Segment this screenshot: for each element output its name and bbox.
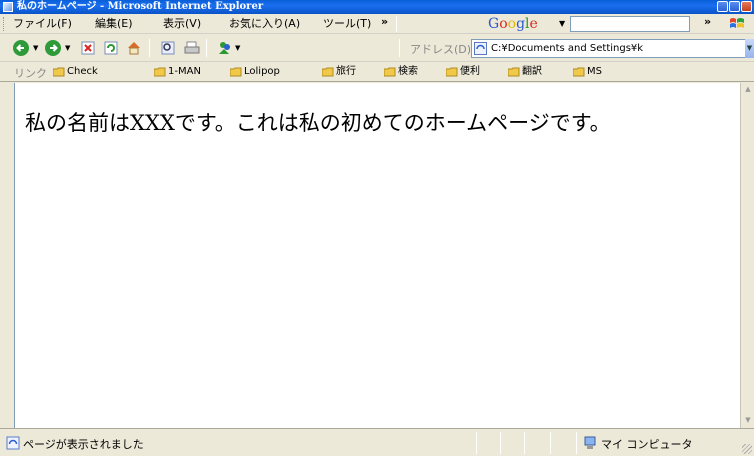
messenger-icon[interactable] (217, 40, 233, 56)
ie-page-icon (3, 2, 13, 12)
windows-flag-icon (730, 18, 744, 28)
back-arrow-icon[interactable] (12, 39, 30, 57)
browser-window: 私のホームページ - Microsoft Internet Explorer フ… (0, 0, 754, 456)
resize-grip[interactable] (742, 444, 752, 454)
link-label: Lolipop (244, 66, 280, 77)
address-input[interactable]: C:¥Documents and Settings¥k (471, 39, 753, 58)
links-bar: リンク Check 1-MAN Lolipop 旅行 検索 便利 翻訳 MS (0, 62, 754, 82)
link-label: 翻訳 (522, 66, 542, 77)
link-label: MS (587, 66, 602, 77)
status-divider (576, 432, 577, 454)
status-divider (550, 432, 551, 454)
window-title: 私のホームページ - Microsoft Internet Explorer (17, 1, 264, 12)
menu-overflow-chevron[interactable]: » (381, 15, 388, 28)
menu-favorites[interactable]: お気に入り(A) (229, 17, 300, 31)
back-dropdown-icon[interactable]: ▼ (33, 44, 38, 52)
folder-icon (154, 67, 166, 77)
google-toolbar-logo[interactable]: Google (488, 15, 538, 33)
menu-view[interactable]: 表示(V) (163, 17, 201, 31)
menu-edit[interactable]: 編集(E) (95, 17, 133, 31)
folder-icon (322, 67, 334, 77)
link-search[interactable]: 検索 (384, 65, 418, 79)
left-frame-border (0, 83, 14, 428)
home-icon[interactable] (126, 40, 142, 56)
menu-separator (396, 16, 397, 32)
link-label: Check (67, 66, 98, 77)
link-ms[interactable]: MS (573, 65, 602, 79)
menu-bar: ファイル(F) 編集(E) 表示(V) お気に入り(A) ツール(T) » Go… (0, 14, 754, 34)
ie-page-icon (474, 42, 487, 55)
forward-dropdown-icon[interactable]: ▼ (65, 44, 70, 52)
stop-icon[interactable] (80, 40, 96, 56)
refresh-icon[interactable] (103, 40, 119, 56)
toolbar-separator (399, 39, 400, 57)
link-label: 1-MAN (168, 66, 201, 77)
toolbar-separator (206, 39, 207, 57)
forward-arrow-icon[interactable] (44, 39, 62, 57)
folder-icon (53, 67, 65, 77)
address-dropdown-icon[interactable]: ▼ (745, 39, 754, 58)
status-divider (524, 432, 525, 454)
maximize-button[interactable] (729, 1, 740, 12)
link-1-man[interactable]: 1-MAN (154, 65, 201, 79)
link-translate[interactable]: 翻訳 (508, 65, 542, 79)
folder-icon (384, 67, 396, 77)
print-icon[interactable] (184, 40, 200, 56)
menu-grip[interactable] (3, 17, 6, 31)
standard-toolbar: ▼ ▼ ▼ アドレス(D) C:¥Documents and Settings¥… (0, 35, 754, 62)
status-bar: ページが表示されました マイ コンピュータ (0, 428, 754, 456)
link-useful[interactable]: 便利 (446, 65, 480, 79)
title-bar[interactable]: 私のホームページ - Microsoft Internet Explorer (0, 0, 754, 14)
window-controls (717, 1, 752, 12)
status-text: ページが表示されました (23, 438, 144, 451)
link-check[interactable]: Check (53, 65, 98, 79)
status-divider (476, 432, 477, 454)
scroll-up-icon[interactable]: ▲ (743, 85, 753, 95)
page-done-icon (6, 436, 20, 450)
messenger-dropdown-icon[interactable]: ▼ (235, 44, 240, 52)
link-lolipop[interactable]: Lolipop (230, 65, 280, 79)
google-search-input[interactable] (570, 16, 690, 32)
google-dropdown-icon[interactable]: ▼ (559, 19, 565, 28)
toolbar-separator (149, 39, 150, 57)
close-button[interactable] (741, 1, 752, 12)
menu-file[interactable]: ファイル(F) (13, 17, 72, 31)
computer-icon (584, 436, 596, 449)
folder-icon (230, 67, 242, 77)
link-label: 検索 (398, 66, 418, 77)
vertical-scrollbar[interactable]: ▲ ▼ (740, 83, 754, 428)
search-icon[interactable] (160, 40, 176, 56)
link-label: 旅行 (336, 66, 356, 77)
minimize-button[interactable] (717, 1, 728, 12)
link-travel[interactable]: 旅行 (322, 65, 356, 79)
folder-icon (573, 67, 585, 77)
page-content[interactable]: 私の名前はXXXです。これは私の初めてのホームページです。 (14, 83, 740, 428)
folder-icon (508, 67, 520, 77)
status-divider (500, 432, 501, 454)
security-zone-text: マイ コンピュータ (601, 438, 693, 451)
address-label: アドレス(D) (410, 43, 472, 56)
scroll-down-icon[interactable]: ▼ (743, 416, 753, 426)
links-label: リンク (14, 67, 47, 80)
google-overflow-chevron[interactable]: » (704, 15, 711, 28)
folder-icon (446, 67, 458, 77)
link-label: 便利 (460, 66, 480, 77)
page-body-text: 私の名前はXXXです。これは私の初めてのホームページです。 (25, 111, 611, 135)
menu-tools[interactable]: ツール(T) (323, 17, 371, 31)
